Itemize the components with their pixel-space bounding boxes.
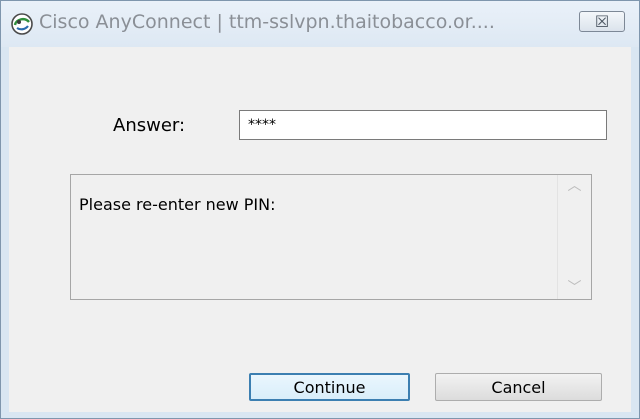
- continue-button[interactable]: Continue: [249, 373, 410, 401]
- dialog-body: Answer: Please re-enter new PIN: ︿ ﹀ Con…: [9, 47, 631, 412]
- anyconnect-dialog: Cisco AnyConnect | ttm-sslvpn.thaitobacc…: [0, 0, 640, 419]
- close-button[interactable]: ☒: [579, 11, 625, 32]
- title-bar[interactable]: Cisco AnyConnect | ttm-sslvpn.thaitobacc…: [1, 1, 639, 47]
- scroll-down-arrow-icon[interactable]: ﹀: [558, 277, 591, 299]
- window-title: Cisco AnyConnect | ttm-sslvpn.thaitobacc…: [39, 11, 495, 33]
- message-box: Please re-enter new PIN: ︿ ﹀: [70, 174, 592, 300]
- scroll-up-arrow-icon[interactable]: ︿: [558, 175, 591, 197]
- cancel-button[interactable]: Cancel: [435, 373, 602, 401]
- close-icon: ☒: [594, 12, 610, 31]
- answer-input[interactable]: [239, 110, 607, 140]
- message-scrollbar[interactable]: ︿ ﹀: [557, 175, 591, 299]
- answer-label: Answer:: [113, 115, 186, 136]
- message-text: Please re-enter new PIN:: [79, 195, 276, 214]
- cisco-anyconnect-icon: [11, 13, 33, 35]
